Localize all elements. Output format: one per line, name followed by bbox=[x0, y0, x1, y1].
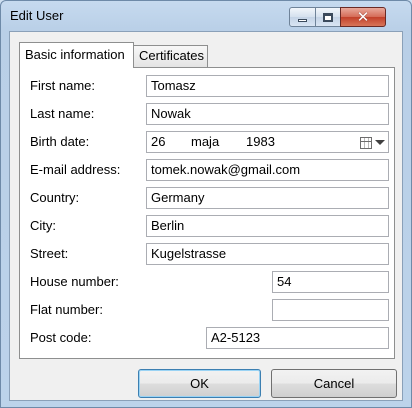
country-row: Country: Germany bbox=[20, 187, 394, 209]
calendar-icon bbox=[360, 136, 372, 149]
calendar-dropdown-button[interactable] bbox=[360, 135, 386, 150]
house-number-row: House number: 54 bbox=[20, 271, 394, 293]
last-name-label: Last name: bbox=[30, 106, 95, 121]
birth-date-picker[interactable]: 26 maja 1983 bbox=[146, 131, 389, 153]
close-icon: ✕ bbox=[356, 8, 370, 26]
maximize-icon bbox=[323, 12, 333, 22]
street-label: Street: bbox=[30, 246, 69, 261]
street-row: Street: Kugelstrasse bbox=[20, 243, 394, 265]
post-code-input[interactable]: A2-5123 bbox=[206, 327, 389, 349]
house-number-label: House number: bbox=[30, 274, 119, 289]
email-row: E-mail address: tomek.nowak@gmail.com bbox=[20, 159, 394, 181]
minimize-button[interactable] bbox=[289, 7, 316, 27]
birth-date-day[interactable]: 26 bbox=[151, 132, 165, 152]
first-name-label: First name: bbox=[30, 78, 96, 93]
post-code-label: Post code: bbox=[30, 330, 92, 345]
ok-button[interactable]: OK bbox=[138, 369, 261, 398]
chevron-down-icon bbox=[375, 140, 385, 145]
minimize-icon bbox=[298, 18, 307, 22]
basic-information-panel: First name: Tomasz Last name: Nowak Birt… bbox=[19, 67, 395, 359]
flat-number-input[interactable] bbox=[272, 299, 389, 321]
dialog-body: Basic information Certificates First nam… bbox=[9, 31, 403, 401]
flat-number-label: Flat number: bbox=[30, 302, 103, 317]
window-title: Edit User bbox=[10, 8, 64, 23]
tab-certificates[interactable]: Certificates bbox=[133, 45, 208, 67]
last-name-row: Last name: Nowak bbox=[20, 103, 394, 125]
cancel-button[interactable]: Cancel bbox=[271, 369, 397, 398]
flat-number-row: Flat number: bbox=[20, 299, 394, 321]
close-button[interactable]: ✕ bbox=[340, 7, 386, 27]
tab-basic-information[interactable]: Basic information bbox=[19, 42, 134, 68]
first-name-row: First name: Tomasz bbox=[20, 75, 394, 97]
country-label: Country: bbox=[30, 190, 80, 205]
birth-date-row: Birth date: 26 maja 1983 bbox=[20, 131, 394, 153]
email-label: E-mail address: bbox=[30, 162, 121, 177]
street-input[interactable]: Kugelstrasse bbox=[146, 243, 389, 265]
tab-strip: Basic information Certificates bbox=[10, 32, 402, 72]
city-input[interactable]: Berlin bbox=[146, 215, 389, 237]
title-bar[interactable]: Edit User ✕ bbox=[1, 1, 411, 31]
birth-date-label: Birth date: bbox=[30, 134, 90, 149]
first-name-input[interactable]: Tomasz bbox=[146, 75, 389, 97]
birth-date-month[interactable]: maja bbox=[191, 132, 219, 152]
post-code-row: Post code: A2-5123 bbox=[20, 327, 394, 349]
birth-date-year[interactable]: 1983 bbox=[246, 132, 275, 152]
maximize-button[interactable] bbox=[315, 7, 341, 27]
city-label: City: bbox=[30, 218, 56, 233]
email-input[interactable]: tomek.nowak@gmail.com bbox=[146, 159, 389, 181]
city-row: City: Berlin bbox=[20, 215, 394, 237]
house-number-input[interactable]: 54 bbox=[272, 271, 389, 293]
edit-user-window: Edit User ✕ Basic information Certificat… bbox=[0, 0, 412, 408]
last-name-input[interactable]: Nowak bbox=[146, 103, 389, 125]
country-input[interactable]: Germany bbox=[146, 187, 389, 209]
